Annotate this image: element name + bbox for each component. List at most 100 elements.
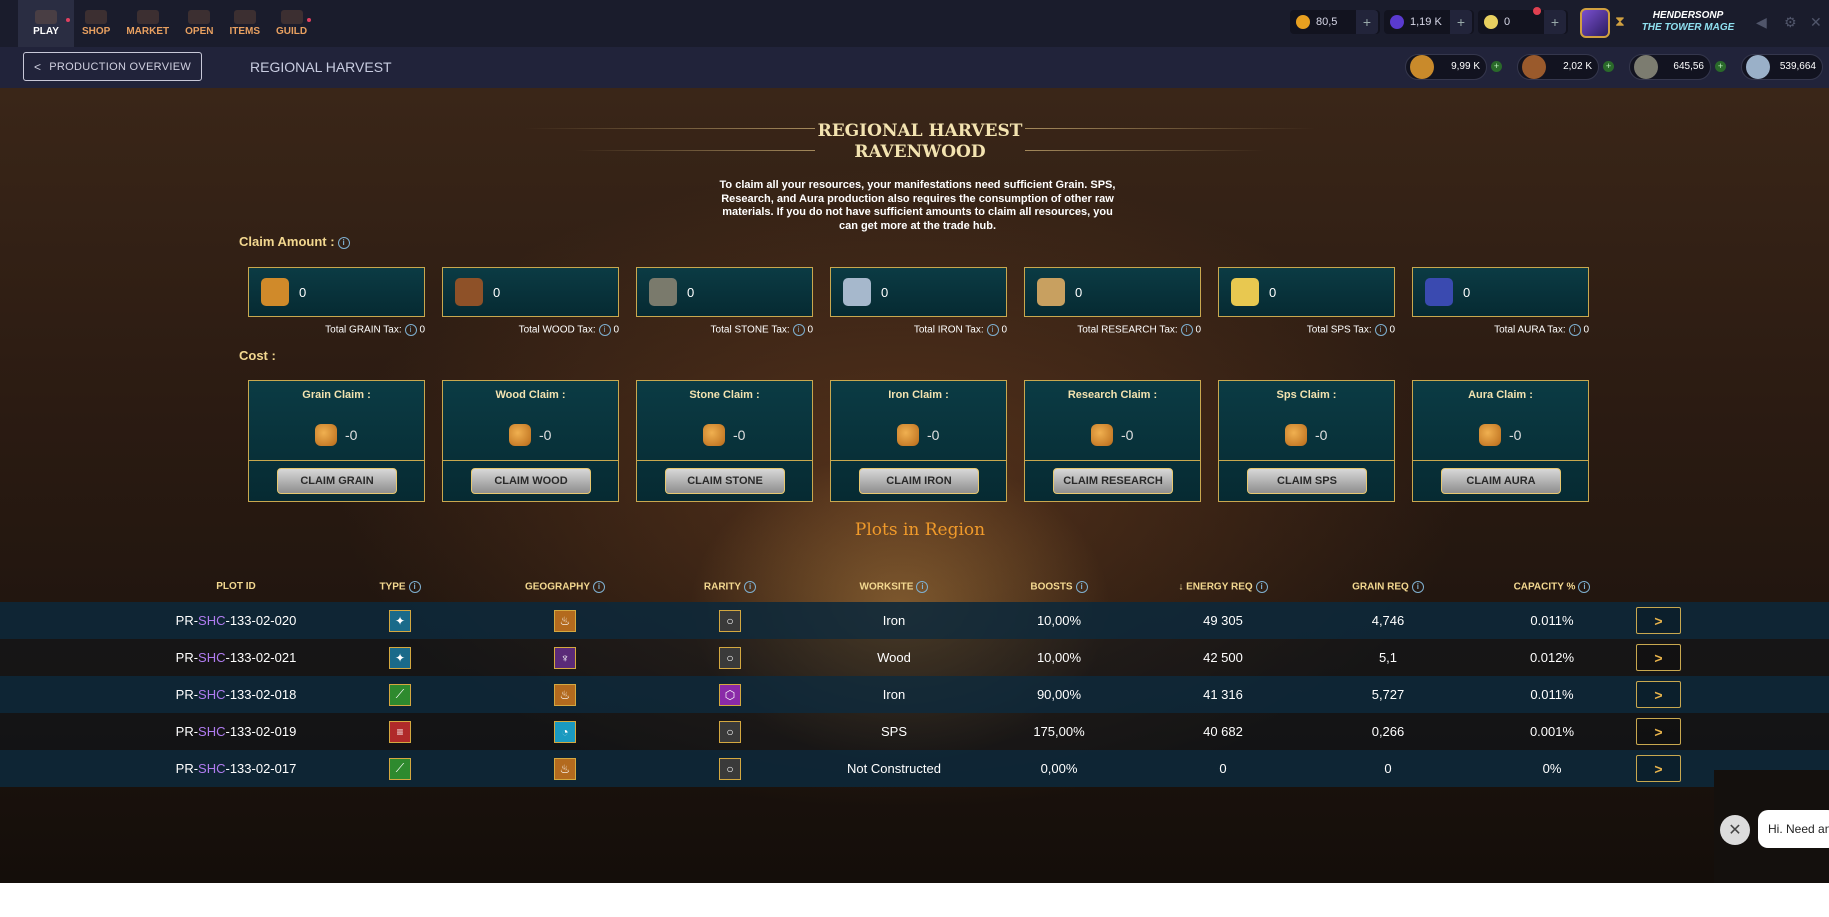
plot-id-prefix: PR- [175,613,199,628]
credits-add-button[interactable]: + [1356,10,1378,34]
energy-req-cell: 40 682 [1203,724,1243,739]
info-icon[interactable]: i [792,324,805,336]
column-header[interactable]: CAPACITY % i [1482,581,1622,593]
claim-button[interactable]: CLAIM STONE [665,468,785,494]
nav-item-guild[interactable]: GUILD [268,0,315,47]
grain-req-cell: 0,266 [1371,724,1405,739]
chevron-right-icon[interactable]: > [1636,681,1681,708]
type-cell: ✦ [380,602,420,639]
info-icon[interactable]: i [1075,581,1088,593]
table-row[interactable]: PR- SHC -133-02-017 ⟋ ♨ ○ Not Constructed 0,00%… [0,750,1829,787]
column-header[interactable]: GRAIN REQ i [1318,581,1458,593]
table-row[interactable]: PR- SHC -133-02-021 ✦ ♆ ○ Wood 10,00% 42 500 5,1 0… [0,639,1829,676]
plot-id-region: SHC [198,650,226,665]
username[interactable]: HENDERSONP [1628,10,1748,21]
info-icon[interactable]: i [744,581,757,593]
cost-card-value: -0 [1479,424,1521,446]
plot-id-region: SHC [198,761,226,776]
gear-icon[interactable]: ⚙ [1784,14,1797,31]
grain-icon [1091,424,1113,446]
info-icon[interactable]: i [1374,324,1387,336]
info-icon[interactable]: i [598,324,611,336]
info-icon[interactable]: i [404,324,417,336]
info-icon[interactable]: i [1411,581,1424,593]
info-icon[interactable]: i [1180,324,1193,336]
tax-label: Total STONE Tax: [710,324,790,336]
nav-item-open[interactable]: OPEN [177,0,221,47]
plot-id[interactable]: PR- SHC -133-02-017 [156,750,316,787]
column-header[interactable]: RARITY i [660,581,800,593]
cost-card: Sps Claim : -0 CLAIM SPS [1218,380,1395,502]
nav-item-items[interactable]: ITEMS [221,0,268,47]
column-header-label: ENERGY REQ [1186,581,1253,593]
info-icon[interactable]: i [1578,581,1591,593]
column-header[interactable]: WORKSITE i [824,581,964,593]
column-header[interactable]: GEOGRAPHY i [495,581,635,593]
plot-id[interactable]: PR- SHC -133-02-020 [156,602,316,639]
tax-value: 0 [1001,324,1007,336]
info-icon[interactable]: i [408,581,421,593]
chevron-right-icon[interactable]: > [1636,718,1681,745]
geography-cell: ♨ [545,750,585,787]
table-row[interactable]: PR- SHC -133-02-020 ✦ ♨ ○ Iron 10,00% 49 305 4,74… [0,602,1829,639]
plot-id-suffix: -133-02-021 [225,650,297,665]
chevron-right-icon[interactable]: > [1636,755,1681,782]
add-wood-button[interactable]: + [1603,61,1614,72]
avatar[interactable] [1580,8,1610,38]
vouchers-add-button[interactable]: + [1544,10,1566,34]
stone-icon [1634,54,1658,79]
claim-button[interactable]: CLAIM SPS [1247,468,1367,494]
plot-id[interactable]: PR- SHC -133-02-021 [156,639,316,676]
column-header-label: RARITY [703,581,742,593]
claim-button[interactable]: CLAIM IRON [859,468,979,494]
column-header-label: BOOSTS [1030,581,1073,593]
dec-add-button[interactable]: + [1450,10,1472,34]
column-header[interactable]: BOOSTS i [989,581,1129,593]
plot-id[interactable]: PR- SHC -133-02-018 [156,676,316,713]
info-icon[interactable]: i [337,236,350,249]
add-stone-button[interactable]: + [1715,61,1726,72]
production-overview-button[interactable]: < PRODUCTION OVERVIEW [23,52,202,81]
desert-geography-icon: ♨ [554,683,576,706]
cost-value: -0 [1509,427,1522,443]
info-icon[interactable]: i [986,324,999,336]
cost-card: Iron Claim : -0 CLAIM IRON [830,380,1007,502]
chevron-right-icon[interactable]: > [1636,644,1681,671]
chat-close-button[interactable]: ✕ [1720,815,1750,845]
cost-card-value: -0 [703,424,745,446]
plot-id[interactable]: PR- SHC -133-02-019 [156,713,316,750]
nav-item-market[interactable]: MARKET [118,0,177,47]
claim-button[interactable]: CLAIM AURA [1441,468,1561,494]
add-grain-button[interactable]: + [1491,61,1502,72]
claim-button[interactable]: CLAIM WOOD [471,468,591,494]
tax-value: 0 [807,324,813,336]
claim-button[interactable]: CLAIM GRAIN [277,468,397,494]
user-title: THE TOWER MAGE [1641,22,1735,33]
grain-icon [315,424,337,446]
voucher-icon [1484,15,1498,29]
material-wood: 2,02 K + [1517,51,1614,82]
chevron-right-icon[interactable]: > [1636,607,1681,634]
volume-icon[interactable]: ◀ [1756,14,1767,31]
info-icon[interactable]: i [1568,324,1581,336]
card-divider [637,460,812,461]
tax-line-grain: Total GRAIN Tax: i 0 [248,324,425,336]
nav-item-play[interactable]: PLAY [18,0,74,47]
claim-button[interactable]: CLAIM RESEARCH [1053,468,1173,494]
tax-label: Total WOOD Tax: [518,324,596,336]
info-icon[interactable]: i [593,581,605,593]
info-icon[interactable]: i [1255,581,1268,593]
column-header[interactable]: ↓ ENERGY REQ i [1153,581,1293,593]
close-icon[interactable]: ✕ [1810,14,1822,31]
boosts-cell: 10,00% [1036,650,1082,665]
iron-icon [843,278,871,306]
table-row[interactable]: PR- SHC -133-02-019 ≡ ◔ ○ SPS 175,00% 40 682 0,26… [0,713,1829,750]
nav-item-shop[interactable]: SHOP [74,0,118,47]
column-header[interactable]: TYPE i [330,581,470,593]
grain-req-cell: 5,1 [1378,650,1398,665]
info-icon[interactable]: i [916,581,929,593]
chat-bubble[interactable]: Hi. Need any help? [1758,810,1829,848]
cost-card-value: -0 [897,424,939,446]
column-header[interactable]: PLOT ID [166,581,306,592]
table-row[interactable]: PR- SHC -133-02-018 ⟋ ♨ ⬡ Iron 90,00% 41 316 5,72… [0,676,1829,713]
